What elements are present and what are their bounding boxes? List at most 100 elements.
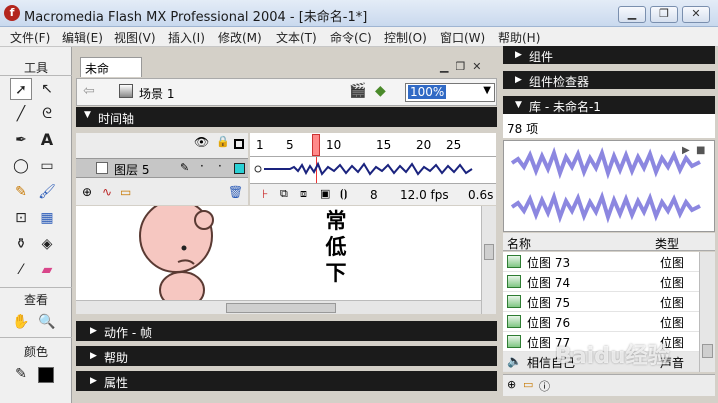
menu-help[interactable]: 帮助(H)	[498, 29, 540, 46]
lasso-tool-icon[interactable]: ᘓ	[36, 103, 58, 125]
stage[interactable]: 常 低 下	[76, 206, 481, 301]
stroke-color-swatch[interactable]	[38, 367, 54, 383]
vertical-scrollbar[interactable]	[481, 206, 496, 314]
fill-transform-tool-icon[interactable]: ▦	[36, 207, 58, 229]
ink-bottle-tool-icon[interactable]: ⚱	[10, 233, 32, 255]
edit-bar: ⇦ 场景 1 🎬 ◆ 100% ▼	[76, 78, 497, 106]
back-arrow-icon[interactable]: ⇦	[83, 83, 95, 99]
edit-symbol-icon[interactable]: ◆	[375, 83, 386, 99]
menu-window[interactable]: 窗口(W)	[440, 29, 485, 46]
eraser-tool-icon[interactable]: ▰	[36, 259, 58, 281]
minimize-button[interactable]: ▁	[618, 6, 646, 23]
chevron-down-icon: ▼	[483, 85, 491, 96]
onion-outline-icon[interactable]: ⧈	[300, 187, 307, 201]
expand-arrow-icon: ▶	[515, 75, 522, 85]
expand-arrow-icon: ▶	[90, 376, 97, 386]
doc-window-controls[interactable]: ▁ ❐ ✕	[440, 60, 482, 73]
restore-button[interactable]: ❐	[650, 6, 678, 23]
edit-multiple-icon[interactable]: ▣	[320, 187, 330, 200]
bitmap-icon	[507, 335, 521, 348]
col-name[interactable]: 名称	[507, 235, 531, 252]
pencil-tool-icon[interactable]: ✎	[10, 181, 32, 203]
menu-insert[interactable]: 插入(I)	[168, 29, 205, 46]
layer-name: 图层 5	[114, 163, 150, 177]
new-folder-icon[interactable]: ▭	[523, 378, 533, 391]
center-frame-icon[interactable]: ⊦	[262, 187, 268, 201]
sound-icon: 🔈	[507, 354, 522, 368]
add-guide-layer-icon[interactable]: ∿	[102, 185, 112, 199]
subselection-tool-icon[interactable]: ↖	[36, 78, 58, 100]
frame-number: 25	[446, 138, 462, 152]
inspector-panel-bar[interactable]: ▶ 组件检查器	[503, 71, 715, 89]
menu-modify[interactable]: 修改(M)	[218, 29, 262, 46]
menu-view[interactable]: 视图(V)	[114, 29, 156, 46]
zoom-select[interactable]: 100% ▼	[405, 83, 495, 102]
layer-color-icon	[234, 163, 245, 174]
menu-bar: 文件(F) 编辑(E) 视图(V) 插入(I) 修改(M) 文本(T) 命令(C…	[0, 27, 718, 47]
properties-panel-bar[interactable]: ▶ 属性	[76, 371, 497, 391]
library-scrollbar[interactable]	[699, 252, 715, 372]
list-item[interactable]: 位图 76 位图	[503, 312, 699, 332]
bitmap-icon	[507, 295, 521, 308]
library-title: 库 - 未命名-1	[529, 100, 601, 114]
components-panel-bar[interactable]: ▶ 组件	[503, 46, 715, 64]
add-folder-icon[interactable]: ▭	[120, 185, 131, 199]
rectangle-tool-icon[interactable]: ▭	[36, 155, 58, 177]
line-tool-icon[interactable]: ╱	[10, 103, 32, 125]
outline-icon[interactable]	[234, 139, 244, 149]
col-type[interactable]: 类型	[655, 235, 679, 252]
play-icon[interactable]: ▶	[682, 145, 690, 156]
onion-skin-icon[interactable]: ⧉	[280, 187, 288, 201]
list-item[interactable]: 位图 74 位图	[503, 272, 699, 292]
zoom-tool-icon[interactable]: 🔍	[36, 311, 58, 333]
free-transform-tool-icon[interactable]: ⊡	[10, 207, 32, 229]
library-panel-bar[interactable]: ▼ 库 - 未命名-1	[503, 96, 715, 114]
inspector-title: 组件检查器	[529, 75, 590, 89]
close-button[interactable]: ✕	[682, 6, 710, 23]
tools-panel: 工具 ➚ ↖ ╱ ᘓ ✒ A ◯ ▭ ✎ 🖌 ⊡ ▦ ⚱ ◈ ⁄ ▰ 查看 ✋ …	[0, 47, 72, 403]
trash-icon[interactable]: 🗑	[228, 185, 243, 199]
new-symbol-icon[interactable]: ⊕	[507, 378, 516, 391]
flash-app-icon: f	[4, 5, 20, 21]
layer-row[interactable]: 图层 5 ✎ · ·	[76, 158, 248, 178]
help-panel-bar[interactable]: ▶ 帮助	[76, 346, 497, 366]
stop-icon[interactable]: ■	[696, 145, 705, 156]
document-tab[interactable]: 未命名-1*	[80, 57, 142, 93]
scene-label[interactable]: 场景 1	[139, 85, 174, 102]
modify-markers-icon[interactable]: ⦗⦘	[340, 187, 347, 201]
collapse-arrow-icon: ▼	[515, 100, 522, 110]
collapse-arrow-icon: ▼	[84, 110, 91, 120]
timeline-header[interactable]: ▼ 时间轴	[76, 107, 497, 127]
actions-panel-bar[interactable]: ▶ 动作 - 帧	[76, 321, 497, 341]
menu-commands[interactable]: 命令(C)	[330, 29, 372, 46]
text-tool-icon[interactable]: A	[36, 129, 58, 151]
selection-tool-icon[interactable]: ➚	[10, 78, 32, 100]
list-item[interactable]: 位图 73 位图	[503, 252, 699, 272]
lock-icon[interactable]: 🔒	[216, 135, 230, 148]
brush-tool-icon[interactable]: 🖌	[36, 181, 58, 203]
horizontal-scrollbar[interactable]	[76, 300, 481, 314]
menu-control[interactable]: 控制(O)	[384, 29, 427, 46]
timeline-frames: 1 5 10 15 20 25 ⊦ ⧉ ⧈ ▣ ⦗⦘ 8 12.0 fps 0.…	[250, 133, 496, 205]
menu-text[interactable]: 文本(T)	[276, 29, 317, 46]
menu-edit[interactable]: 编辑(E)	[62, 29, 103, 46]
list-item[interactable]: 位图 75 位图	[503, 292, 699, 312]
layer-icon	[96, 162, 108, 174]
add-layer-icon[interactable]: ⊕	[82, 185, 92, 199]
eyedropper-tool-icon[interactable]: ⁄	[10, 259, 32, 281]
stroke-color-icon[interactable]: ✎	[10, 363, 32, 385]
edit-scene-icon[interactable]: 🎬	[349, 83, 366, 99]
oval-tool-icon[interactable]: ◯	[10, 155, 32, 177]
elapsed-time: 0.6s	[468, 188, 494, 202]
frame-number: 5	[286, 138, 294, 152]
paint-bucket-tool-icon[interactable]: ◈	[36, 233, 58, 255]
properties-icon[interactable]: ⓘ	[539, 378, 550, 394]
pen-tool-icon[interactable]: ✒	[10, 129, 32, 151]
color-title: 颜色	[23, 345, 48, 359]
frame-ruler[interactable]: 1 5 10 15 20 25	[250, 133, 496, 157]
eye-icon[interactable]: 👁	[194, 135, 209, 149]
hand-tool-icon[interactable]: ✋	[10, 311, 32, 333]
menu-file[interactable]: 文件(F)	[10, 29, 50, 46]
library-footer: ⊕ ▭ ⓘ	[503, 374, 715, 396]
playhead[interactable]	[312, 134, 320, 156]
